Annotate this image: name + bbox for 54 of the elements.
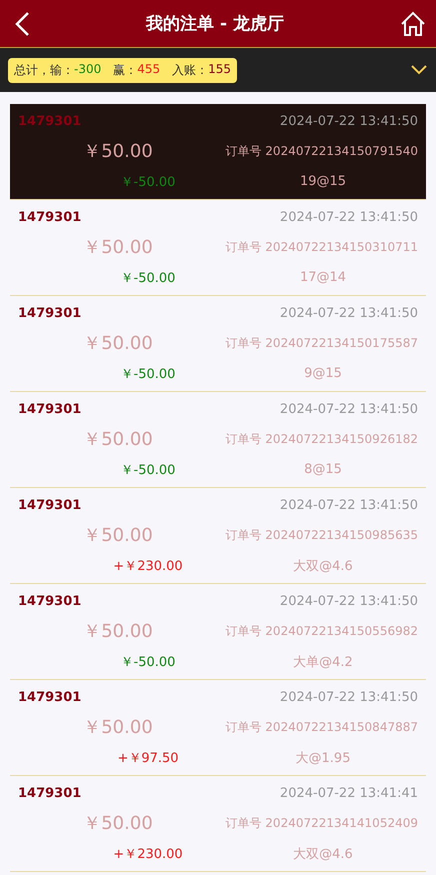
user-id: 1479301: [18, 306, 82, 321]
bet-row[interactable]: 1479301 2024-07-22 13:41:50 ￥50.00 订单号 20240722134150791540 ￥-50.00 19@15: [10, 104, 426, 200]
bet-pick: 8@15: [304, 462, 342, 478]
bet-result: +￥97.50: [117, 750, 179, 767]
bet-amount: ￥50.00: [83, 140, 153, 164]
bet-result: +￥230.00: [113, 846, 183, 863]
user-id: 1479301: [18, 594, 82, 609]
expand-button[interactable]: [410, 64, 428, 76]
bet-time: 2024-07-22 13:41:50: [280, 114, 418, 129]
bet-amount: ￥50.00: [83, 716, 153, 740]
bet-time: 2024-07-22 13:41:50: [280, 210, 418, 225]
bet-pick: 大@1.95: [296, 750, 350, 767]
bet-amount: ￥50.00: [83, 428, 153, 452]
bet-amount: ￥50.00: [83, 236, 153, 260]
order-number: 订单号 20240722134150175587: [225, 334, 418, 352]
bet-result: +￥230.00: [113, 558, 183, 575]
bet-amount: ￥50.00: [83, 812, 153, 836]
bet-time: 2024-07-22 13:41:50: [280, 498, 418, 513]
order-number: 订单号 20240722134150791540: [225, 142, 418, 160]
user-id: 1479301: [18, 402, 82, 417]
order-number: 订单号 20240722134141052409: [225, 814, 418, 832]
bet-result: ￥-50.00: [120, 366, 176, 383]
order-number: 订单号 20240722134150556982: [225, 622, 418, 640]
order-number: 订单号 20240722134150847887: [225, 718, 418, 736]
order-number: 订单号 20240722134150985635: [225, 526, 418, 544]
order-number: 订单号 20240722134150310711: [225, 238, 418, 256]
back-button[interactable]: [14, 10, 30, 36]
user-id: 1479301: [18, 210, 82, 225]
bet-pick: 大单@4.2: [293, 654, 353, 671]
bet-pick: 9@15: [304, 366, 342, 382]
bet-pick: 大双@4.6: [293, 846, 353, 863]
bet-time: 2024-07-22 13:41:50: [280, 594, 418, 609]
bet-result: ￥-50.00: [120, 270, 176, 287]
user-id: 1479301: [18, 114, 82, 129]
bet-amount: ￥50.00: [83, 332, 153, 356]
user-id: 1479301: [18, 786, 82, 801]
bet-time: 2024-07-22 13:41:41: [280, 786, 418, 801]
bet-amount: ￥50.00: [83, 524, 153, 548]
bet-result: ￥-50.00: [120, 654, 176, 671]
user-id: 1479301: [18, 498, 82, 513]
bet-time: 2024-07-22 13:41:50: [280, 402, 418, 417]
bet-pick: 19@15: [300, 174, 346, 190]
bet-time: 2024-07-22 13:41:50: [280, 690, 418, 705]
bet-time: 2024-07-22 13:41:50: [280, 306, 418, 321]
bet-pick: 17@14: [300, 270, 346, 286]
page-title: 我的注单 - 龙虎厅: [146, 13, 284, 35]
order-number: 订单号 20240722134150926182: [225, 430, 418, 448]
user-id: 1479301: [18, 690, 82, 705]
bet-result: ￥-50.00: [120, 174, 176, 191]
home-button[interactable]: [400, 10, 426, 36]
summary-badge: 总计，输：-300 赢：455 入账：155: [8, 58, 238, 82]
bet-pick: 大双@4.6: [293, 558, 353, 575]
bet-amount: ￥50.00: [83, 620, 153, 644]
bet-result: ￥-50.00: [120, 462, 176, 479]
